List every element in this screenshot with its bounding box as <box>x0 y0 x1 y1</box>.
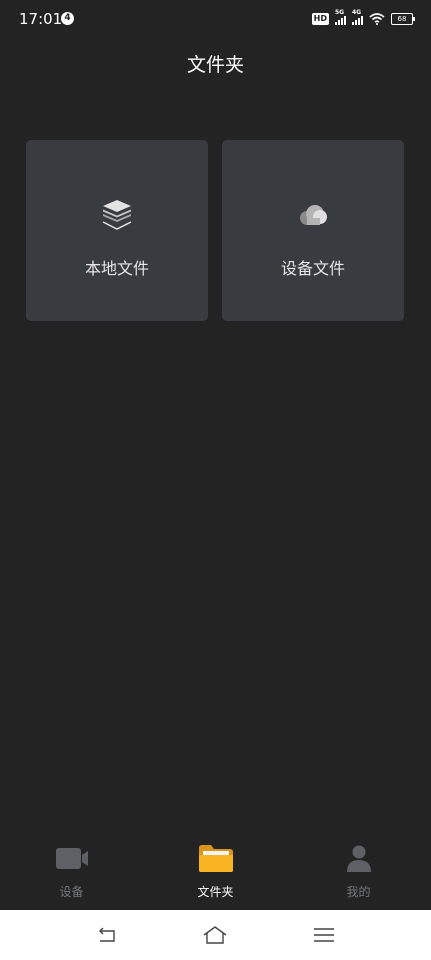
local-files-card[interactable]: 本地文件 <box>26 140 208 321</box>
cloud-icon <box>300 205 327 225</box>
device-files-label: 设备文件 <box>280 259 345 278</box>
page-title: 文件夹 <box>186 54 244 76</box>
folder-icon <box>198 845 233 872</box>
notification-badge: 4 <box>61 12 74 25</box>
system-nav-bar <box>0 910 431 960</box>
menu-icon[interactable] <box>311 922 337 948</box>
local-files-label: 本地文件 <box>84 259 149 278</box>
video-camera-icon <box>55 848 88 869</box>
tab-mine[interactable]: 我的 <box>287 836 430 910</box>
back-icon[interactable] <box>94 922 120 948</box>
status-time: 17:01 <box>19 10 63 28</box>
tab-folder[interactable]: 文件夹 <box>144 836 287 910</box>
status-indicators: HD 5G 4G 68 <box>311 9 415 27</box>
signal-4g-label: 4G <box>352 9 362 16</box>
signal-4g-icon: 4G <box>352 9 363 25</box>
signal-5g-icon: 5G <box>335 9 346 25</box>
device-files-card[interactable]: 设备文件 <box>222 140 404 321</box>
folder-screen: 17:01 4 HD 5G 4G 68 文件夹 本地文件 设备文件 设备 文件夹… <box>0 0 431 960</box>
tab-mine-label: 我的 <box>346 885 371 899</box>
tab-devices-label: 设备 <box>59 885 84 899</box>
battery-icon: 68 <box>391 13 415 25</box>
wifi-icon <box>369 13 385 25</box>
hd-voice-icon: HD <box>311 13 329 25</box>
signal-5g-label: 5G <box>335 9 345 16</box>
status-bar: 17:01 4 HD 5G 4G 68 <box>0 0 431 38</box>
bottom-tab-bar: 设备 文件夹 我的 <box>0 836 431 910</box>
layers-stack-icon <box>102 200 132 230</box>
tab-folder-label: 文件夹 <box>197 885 234 899</box>
person-icon <box>346 845 371 872</box>
tab-devices[interactable]: 设备 <box>0 836 143 910</box>
home-icon[interactable] <box>202 922 228 948</box>
